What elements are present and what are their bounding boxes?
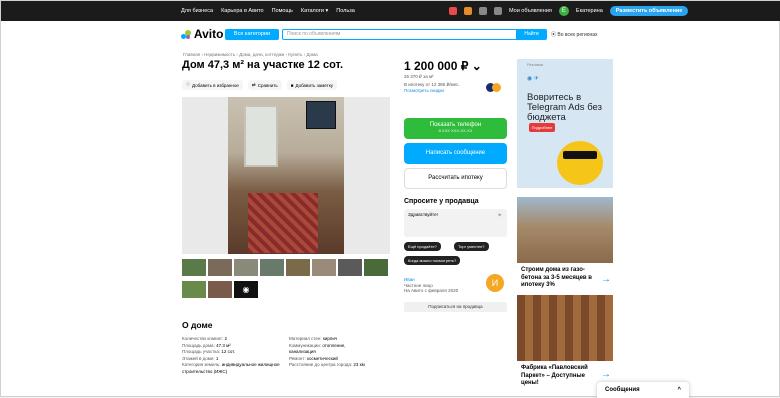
topbar-link-benefit[interactable]: Польза	[336, 8, 355, 14]
thumbnail[interactable]	[182, 259, 206, 276]
heart-icon: ♡	[186, 82, 191, 87]
ad-text: Вовритесь в Telegram Ads без бюджета	[527, 92, 602, 123]
telegram-ad[interactable]: Реклама ◉ ✈ Вовритесь в Telegram Ads без…	[517, 59, 613, 188]
thumbnail[interactable]	[286, 259, 310, 276]
show-phone-button[interactable]: Показать телефон 8 XXX XXX-XX-XX	[404, 118, 507, 139]
arrow-right-icon[interactable]: →	[601, 369, 611, 380]
compare-button[interactable]: ⇄ Сравнить	[247, 80, 282, 90]
user-name[interactable]: Екатерина	[576, 8, 603, 14]
region-label: Во всех регионах	[557, 32, 598, 38]
topbar-link-career[interactable]: Карьера в Авито	[221, 8, 264, 14]
note-icon: ■	[290, 82, 294, 88]
camera-icon: ◉	[242, 285, 250, 294]
parquet-ad-image[interactable]	[517, 295, 613, 361]
compare-icon: ⇄	[251, 82, 256, 87]
quick-question-chip[interactable]: Ещё продаёте?	[404, 242, 441, 251]
spec-row: Расстояние до центра города: 23 км	[289, 362, 365, 367]
ask-seller-input[interactable]: Здравствуйте! ▶	[404, 209, 507, 237]
chevron-up-icon[interactable]: ^	[677, 387, 681, 393]
seller-avatar[interactable]: И	[486, 274, 504, 292]
avito-logo-icon	[181, 29, 191, 40]
thumbnail[interactable]	[182, 281, 206, 298]
parquet-ad-title[interactable]: Фабрика «Павловский Паркет» – Доступные …	[521, 365, 601, 388]
topbar-link-catalogs[interactable]: Каталоги ▾	[301, 8, 328, 14]
thumbnail[interactable]	[338, 259, 362, 276]
main-photo[interactable]	[182, 97, 390, 254]
thumbnail[interactable]	[364, 259, 388, 276]
calc-mortgage-button[interactable]: Рассчитать ипотеку	[404, 168, 507, 189]
messages-widget[interactable]: Сообщения ^	[597, 382, 689, 398]
compare-label: Сравнить	[257, 82, 278, 88]
topbar-link-business[interactable]: Для бизнеса	[181, 8, 213, 14]
thumbnail[interactable]	[234, 259, 258, 276]
about-heading: О доме	[182, 320, 213, 330]
page-title: Дом 47,3 м² на участке 12 сот.	[182, 59, 344, 71]
region-selector[interactable]: ⦿ Во всех регионах	[551, 31, 598, 38]
arrow-right-icon[interactable]: →	[601, 274, 611, 285]
mortgage-info: В ипотеку от 12 385 ₽/мес. Посмотреть ск…	[404, 82, 460, 93]
quick-question-chip[interactable]: Когда можно посмотреть?	[404, 256, 461, 265]
my-ads-link[interactable]: Мои объявления	[509, 8, 552, 14]
logo-text: Avito	[193, 27, 224, 41]
house-ad-image[interactable]	[517, 197, 613, 263]
top-bar: Для бизнеса Карьера в Авито Помощь Катал…	[1, 1, 780, 21]
ad-label: Реклама	[527, 62, 544, 67]
bell-icon[interactable]	[464, 7, 472, 15]
logo[interactable]: Avito	[181, 27, 223, 41]
ad-cta-button[interactable]: Подробнее	[529, 123, 555, 132]
breadcrumb[interactable]: Главная › Недвижимость › Дома, дачи, кот…	[183, 52, 318, 57]
quick-question-chip[interactable]: Торг уместен?	[454, 242, 489, 251]
bank-badge-icon	[486, 83, 506, 92]
spec-row: Коммуникации: отопление, канализация	[289, 342, 346, 355]
telegram-icon: ◉ ✈	[527, 76, 539, 82]
heart-icon[interactable]	[449, 7, 457, 15]
messages-label: Сообщения	[605, 387, 640, 393]
avatar[interactable]: Е	[558, 6, 569, 16]
add-favorite-button[interactable]: ♡ Добавить в избранное	[182, 80, 243, 90]
thumbnail[interactable]	[312, 259, 336, 276]
header: Avito Все категории Поиск по объявлениям…	[181, 27, 611, 43]
search-input[interactable]: Поиск по объявлениям	[282, 29, 519, 40]
topbar-link-help[interactable]: Помощь	[272, 8, 293, 14]
add-favorite-label: Добавить в избранное	[192, 82, 239, 88]
more-photos-button[interactable]: ◉	[234, 281, 258, 298]
chat-icon[interactable]	[479, 7, 487, 15]
page: Для бизнеса Карьера в Авито Помощь Катал…	[0, 0, 780, 398]
post-ad-button[interactable]: Разместить объявление	[609, 6, 689, 16]
specs-right: Материал стен: кирпич Коммуникации: отоп…	[289, 336, 369, 369]
seller-info: Иван Частное лицо На Авито с февраля 202…	[404, 277, 459, 293]
search-button[interactable]: Найти	[516, 29, 547, 40]
room-photo	[228, 97, 344, 254]
thumbnail[interactable]	[208, 281, 232, 298]
duck-image	[557, 141, 603, 185]
add-note-button[interactable]: ■ Добавить заметку	[286, 80, 337, 90]
price-per-m2: 25 370 ₽ за м²	[404, 74, 434, 79]
thumbnail[interactable]	[208, 259, 232, 276]
house-ad-title[interactable]: Строим дома из газо-бетона за 3-5 месяце…	[521, 267, 601, 290]
offers-link[interactable]: Посмотреть скидки	[404, 88, 460, 94]
chevron-down-icon[interactable]: ⌄	[472, 59, 482, 73]
listing-actions: ♡ Добавить в избранное ⇄ Сравнить ■ Добавит…	[182, 80, 337, 90]
price: 1 200 000 ₽ ⌄	[404, 59, 482, 73]
subscribe-seller-button[interactable]: Подписаться на продавца	[404, 302, 507, 312]
specs-left: Количество комнат: 2 Площадь дома: 47.3 …	[182, 336, 287, 375]
add-note-label: Добавить заметку	[295, 82, 333, 88]
ask-seller-heading: Спросите у продавца	[404, 198, 479, 205]
send-icon[interactable]: ▶	[499, 212, 502, 218]
spec-row: Категория земель: индивидуальное жилищно…	[182, 362, 280, 374]
all-categories-button[interactable]: Все категории	[225, 29, 279, 40]
thumbnail[interactable]	[260, 259, 284, 276]
write-message-button[interactable]: Написать сообщение	[404, 143, 507, 164]
cart-icon[interactable]	[494, 7, 502, 15]
